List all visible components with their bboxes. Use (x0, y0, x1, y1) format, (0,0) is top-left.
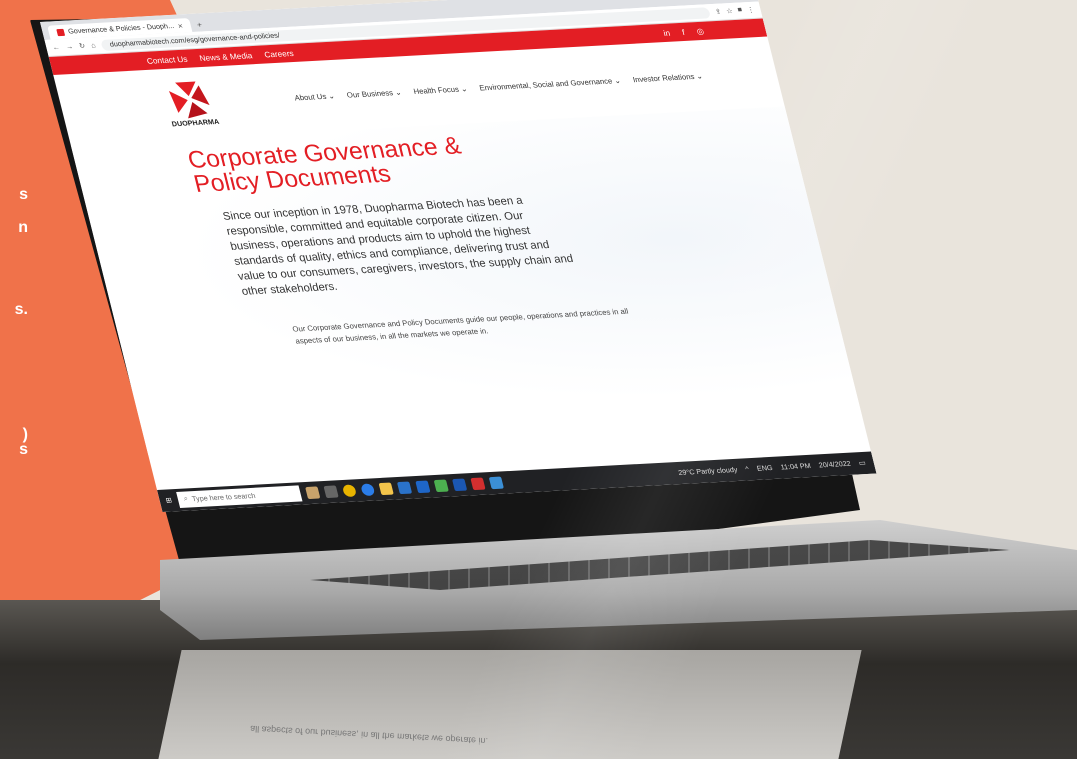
search-icon: ⌕ (183, 495, 189, 503)
side-text-line-1: s (19, 186, 28, 203)
reload-icon[interactable]: ↻ (78, 42, 86, 50)
chrome-icon[interactable] (341, 484, 357, 498)
side-text-line-5: s. (14, 301, 28, 318)
star-icon[interactable]: ☆ (725, 7, 734, 15)
share-icon[interactable]: ⇪ (714, 8, 722, 16)
duopharma-logo[interactable]: DUOPHARMA (154, 78, 227, 128)
nav-our-business[interactable]: Our Business ⌄ (346, 87, 403, 99)
mail-icon[interactable] (415, 480, 431, 494)
browser-icon[interactable] (433, 479, 449, 493)
photos-icon[interactable] (488, 476, 504, 490)
menu-icon[interactable]: ⋮ (746, 6, 755, 14)
extension-icons: ⇪ ☆ ■ ⋮ (714, 6, 755, 16)
tray-chevron-icon[interactable]: ^ (745, 466, 750, 473)
store-icon[interactable] (396, 481, 413, 495)
taskbar-widget-icon[interactable] (305, 486, 321, 500)
careers-link[interactable]: Careers (263, 48, 294, 59)
laptop-reflection (158, 650, 862, 759)
edge-icon[interactable] (360, 483, 376, 497)
side-text-line-2: n (18, 219, 28, 236)
clock-date[interactable]: 20/4/2022 (818, 460, 852, 469)
nav-investor-relations[interactable]: Investor Relations ⌄ (632, 71, 704, 84)
logo-wordmark: DUOPHARMA (171, 118, 220, 128)
weather-widget[interactable]: 29°C Partly cloudy (678, 466, 739, 476)
back-icon[interactable]: ← (52, 44, 61, 51)
file-explorer-icon[interactable] (378, 482, 394, 496)
favicon-icon (56, 28, 66, 36)
taskbar-search[interactable]: ⌕ Type here to search (175, 485, 303, 509)
clock-time[interactable]: 11:04 PM (780, 462, 812, 471)
instagram-icon[interactable]: ◎ (696, 26, 705, 35)
contact-us-link[interactable]: Contact Us (146, 54, 189, 65)
logo-mark-icon (168, 81, 210, 118)
acrobat-icon[interactable] (470, 477, 486, 491)
windows-start-icon[interactable]: ⊞ (165, 496, 173, 504)
page-title: Corporate Governance & Policy Documents (184, 132, 464, 198)
hero-section: Corporate Governance & Policy Documents … (70, 106, 863, 455)
tab-close-icon[interactable]: × (177, 21, 184, 30)
nav-health-focus[interactable]: Health Focus ⌄ (412, 84, 468, 96)
nav-esg[interactable]: Environmental, Social and Governance ⌄ (478, 75, 621, 92)
taskbar-search-placeholder: Type here to search (191, 492, 257, 503)
main-nav: About Us ⌄ Our Business ⌄ Health Focus ⌄… (293, 71, 703, 102)
tab-title: Governance & Policies - Duoph... (67, 22, 175, 36)
forward-icon[interactable]: → (65, 43, 74, 50)
side-text-line-9: s (19, 441, 28, 458)
laptop-screen: Governance & Policies - Duoph... × + – ▢… (40, 0, 877, 512)
word-icon[interactable] (451, 478, 468, 492)
notification-icon[interactable]: ▭ (858, 459, 867, 467)
task-view-icon[interactable] (323, 485, 339, 499)
nav-about-us[interactable]: About Us ⌄ (293, 91, 335, 102)
system-tray: 29°C Partly cloudy ^ ENG 11:04 PM 20/4/2… (678, 459, 875, 478)
language-indicator[interactable]: ENG (756, 464, 773, 472)
extension-icon[interactable]: ■ (737, 6, 743, 14)
hero-paragraph: Since our inception in 1978, Duopharma B… (221, 194, 575, 298)
home-icon[interactable]: ⌂ (90, 42, 96, 49)
hero-note: Our Corporate Governance and Policy Docu… (291, 306, 630, 346)
social-links: in f ◎ (662, 23, 766, 37)
facebook-icon[interactable]: f (681, 27, 686, 36)
news-media-link[interactable]: News & Media (198, 51, 253, 63)
new-tab-button[interactable]: + (196, 20, 203, 29)
linkedin-icon[interactable]: in (662, 28, 671, 37)
